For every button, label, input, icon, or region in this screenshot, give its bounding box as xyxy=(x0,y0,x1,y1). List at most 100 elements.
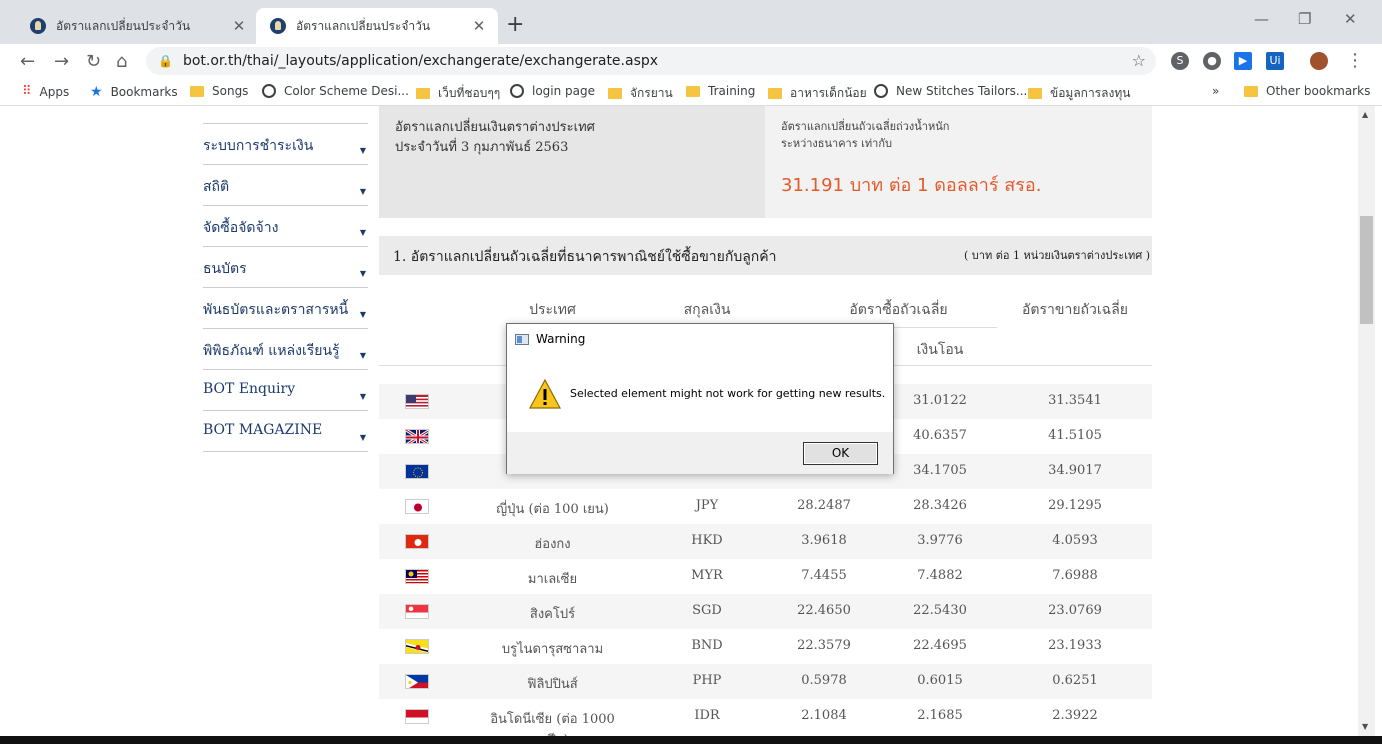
buy-transfer-cell: 40.6357 xyxy=(913,428,967,443)
browser-tab-bar: อัตราแลกเปลี่ยนประจำวัน ✕ อัตราแลกเปลี่ย… xyxy=(0,0,1382,44)
side-menu-item-statistics[interactable]: สถิติ ▼ xyxy=(203,165,368,206)
header-country: ประเทศ xyxy=(529,302,576,318)
window-icon xyxy=(515,333,529,345)
sell-cell: 29.1295 xyxy=(1048,498,1102,513)
vertical-scrollbar[interactable]: ▲ ▼ xyxy=(1358,106,1375,736)
taskbar xyxy=(0,736,1382,744)
info-title: อัตราแลกเปลี่ยนเงินตราต่างประเทศ xyxy=(395,120,595,135)
flag-jp-icon xyxy=(405,499,429,514)
bookmark-login-page[interactable]: login page xyxy=(510,84,595,98)
table-row: บรูไนดารุสซาลาม BND 22.3579 22.4695 23.1933 xyxy=(379,629,1152,664)
bookmark-apps[interactable]: ⠿ Apps xyxy=(22,84,69,99)
address-bar[interactable]: 🔒 bot.or.th/thai/_layouts/application/ex… xyxy=(146,47,1156,75)
bookmark-color-scheme[interactable]: Color Scheme Desi... xyxy=(262,84,409,98)
globe-icon xyxy=(510,84,524,98)
bookmark-investment-data[interactable]: ข้อมูลการลงทุน xyxy=(1028,84,1130,103)
bookmark-star-icon[interactable]: ☆ xyxy=(1132,51,1146,70)
new-tab-icon[interactable]: + xyxy=(506,12,524,37)
country-cell: มาเลเซีย xyxy=(527,572,578,587)
close-tab-icon[interactable]: ✕ xyxy=(470,17,488,35)
side-menu-item-procurement[interactable]: จัดซื้อจัดจ้าง ▼ xyxy=(203,206,368,247)
folder-icon xyxy=(1028,88,1042,99)
buy-transfer-cell: 34.1705 xyxy=(913,463,967,478)
restore-icon[interactable]: ❐ xyxy=(1298,10,1311,28)
folder-icon xyxy=(686,85,700,97)
sell-cell: 41.5105 xyxy=(1048,428,1102,443)
warning-icon xyxy=(529,379,561,409)
close-window-icon[interactable]: ✕ xyxy=(1344,10,1357,28)
flag-id-icon xyxy=(405,709,429,724)
caret-down-icon: ▼ xyxy=(359,269,366,278)
currency-code-cell: BND xyxy=(691,638,723,653)
caret-down-icon: ▼ xyxy=(359,310,366,319)
bookmarks-bar: ⠿ Apps ★ Bookmarks Songs Color Scheme De… xyxy=(0,78,1382,106)
buy-transfer-cell: 31.0122 xyxy=(913,393,967,408)
side-menu-item-bonds[interactable]: พันธบัตรและตราสารหนี้ ▼ xyxy=(203,288,368,329)
section-header: 1. อัตราแลกเปลี่ยนถัวเฉลี่ยที่ธนาคารพาณิ… xyxy=(379,236,1152,275)
scrollbar-thumb[interactable] xyxy=(1360,216,1373,324)
currency-code-cell: IDR xyxy=(694,708,720,723)
browser-toolbar: ← → ↻ ⌂ 🔒 bot.or.th/thai/_layouts/applic… xyxy=(0,44,1382,78)
bookmark-bicycle[interactable]: จักรยาน xyxy=(608,84,673,103)
folder-icon xyxy=(608,88,622,99)
browser-tab-1[interactable]: อัตราแลกเปลี่ยนประจำวัน ✕ xyxy=(16,8,258,44)
flag-hk-icon xyxy=(405,534,429,549)
flag-us-icon xyxy=(405,394,429,409)
scroll-down-icon[interactable]: ▼ xyxy=(1362,722,1368,731)
lock-icon: 🔒 xyxy=(158,54,173,68)
interbank-rate-value: 31.191 บาท ต่อ 1 ดอลลาร์ สรอ. xyxy=(781,175,1042,196)
side-menu-item-payment-systems[interactable]: ระบบการชำระเงิน ▼ xyxy=(203,124,368,165)
menu-kebab-icon[interactable]: ⋮ xyxy=(1346,50,1364,71)
other-bookmarks[interactable]: Other bookmarks xyxy=(1244,84,1370,98)
tab-title: อัตราแลกเปลี่ยนประจำวัน xyxy=(296,18,431,33)
circle-extension-icon[interactable]: ● xyxy=(1203,52,1221,70)
forward-icon[interactable]: → xyxy=(54,51,69,72)
uipath-extension-icon[interactable]: Ui xyxy=(1266,52,1284,70)
bookmark-baby-food[interactable]: อาหารเด็กน้อย xyxy=(768,84,867,103)
side-menu-item-banknotes[interactable]: ธนบัตร ▼ xyxy=(203,247,368,288)
bot-favicon-icon xyxy=(270,18,286,34)
url-text: bot.or.th/thai/_layouts/application/exch… xyxy=(182,53,659,69)
buy-transfer-cell: 0.6015 xyxy=(917,673,963,688)
ok-button[interactable]: OK xyxy=(803,442,878,465)
side-menu-item-bot-magazine[interactable]: BOT MAGAZINE ▼ xyxy=(203,411,368,452)
sell-cell: 31.3541 xyxy=(1048,393,1102,408)
currency-code-cell: SGD xyxy=(692,603,722,618)
dialog-title: Warning xyxy=(536,332,586,346)
table-row: มาเลเซีย MYR 7.4455 7.4882 7.6988 xyxy=(379,559,1152,594)
folder-icon xyxy=(190,85,204,97)
minimize-icon[interactable]: — xyxy=(1254,10,1269,28)
caret-down-icon: ▼ xyxy=(359,392,366,401)
country-cell: ฮ่องกง xyxy=(534,537,571,552)
more-bookmarks-button[interactable]: » xyxy=(1212,84,1219,98)
flag-my-icon xyxy=(405,569,429,584)
section-title: 1. อัตราแลกเปลี่ยนถัวเฉลี่ยที่ธนาคารพาณิ… xyxy=(393,249,777,265)
side-menu-item-museum[interactable]: พิพิธภัณฑ์ แหล่งเรียนรู้ ▼ xyxy=(203,329,368,370)
table-row: ฟิลิปปินส์ PHP 0.5978 0.6015 0.6251 xyxy=(379,664,1152,699)
currency-code-cell: HKD xyxy=(691,533,723,548)
globe-icon xyxy=(262,84,276,98)
reload-icon[interactable]: ↻ xyxy=(86,51,101,72)
country-cell: ฟิลิปปินส์ xyxy=(527,677,578,692)
play-extension-icon[interactable]: ▶ xyxy=(1234,52,1252,70)
browser-tab-2[interactable]: อัตราแลกเปลี่ยนประจำวัน ✕ xyxy=(256,8,498,44)
info-date: ประจำวันที่ 3 กุมภาพันธ์ 2563 xyxy=(395,140,569,155)
table-row: ฮ่องกง HKD 3.9618 3.9776 4.0593 xyxy=(379,524,1152,559)
bookmark-new-stitches[interactable]: New Stitches Tailors... xyxy=(874,84,1027,98)
header-currency: สกุลเงิน xyxy=(683,302,731,318)
bookmark-favorite-sites[interactable]: เว็บที่ชอบๆๆ xyxy=(416,84,500,103)
back-icon[interactable]: ← xyxy=(20,51,35,72)
skype-extension-icon[interactable]: S xyxy=(1171,52,1189,70)
interbank-label: อัตราแลกเปลี่ยนถัวเฉลี่ยถ่วงน้ำหนัก xyxy=(781,120,950,133)
home-icon[interactable]: ⌂ xyxy=(116,51,127,72)
buy-cash-cell: 22.3579 xyxy=(797,638,851,653)
header-buy-average: อัตราซื้อถัวเฉลี่ย xyxy=(849,302,948,318)
bookmark-bookmarks[interactable]: ★ Bookmarks xyxy=(90,84,178,100)
bookmark-songs[interactable]: Songs xyxy=(190,84,248,98)
scroll-up-icon[interactable]: ▲ xyxy=(1362,110,1368,119)
side-menu-item-bot-enquiry[interactable]: BOT Enquiry ▼ xyxy=(203,370,368,411)
bookmark-training[interactable]: Training xyxy=(686,84,755,98)
flag-ph-icon xyxy=(405,674,429,689)
profile-avatar[interactable] xyxy=(1310,52,1328,70)
close-tab-icon[interactable]: ✕ xyxy=(230,17,248,35)
